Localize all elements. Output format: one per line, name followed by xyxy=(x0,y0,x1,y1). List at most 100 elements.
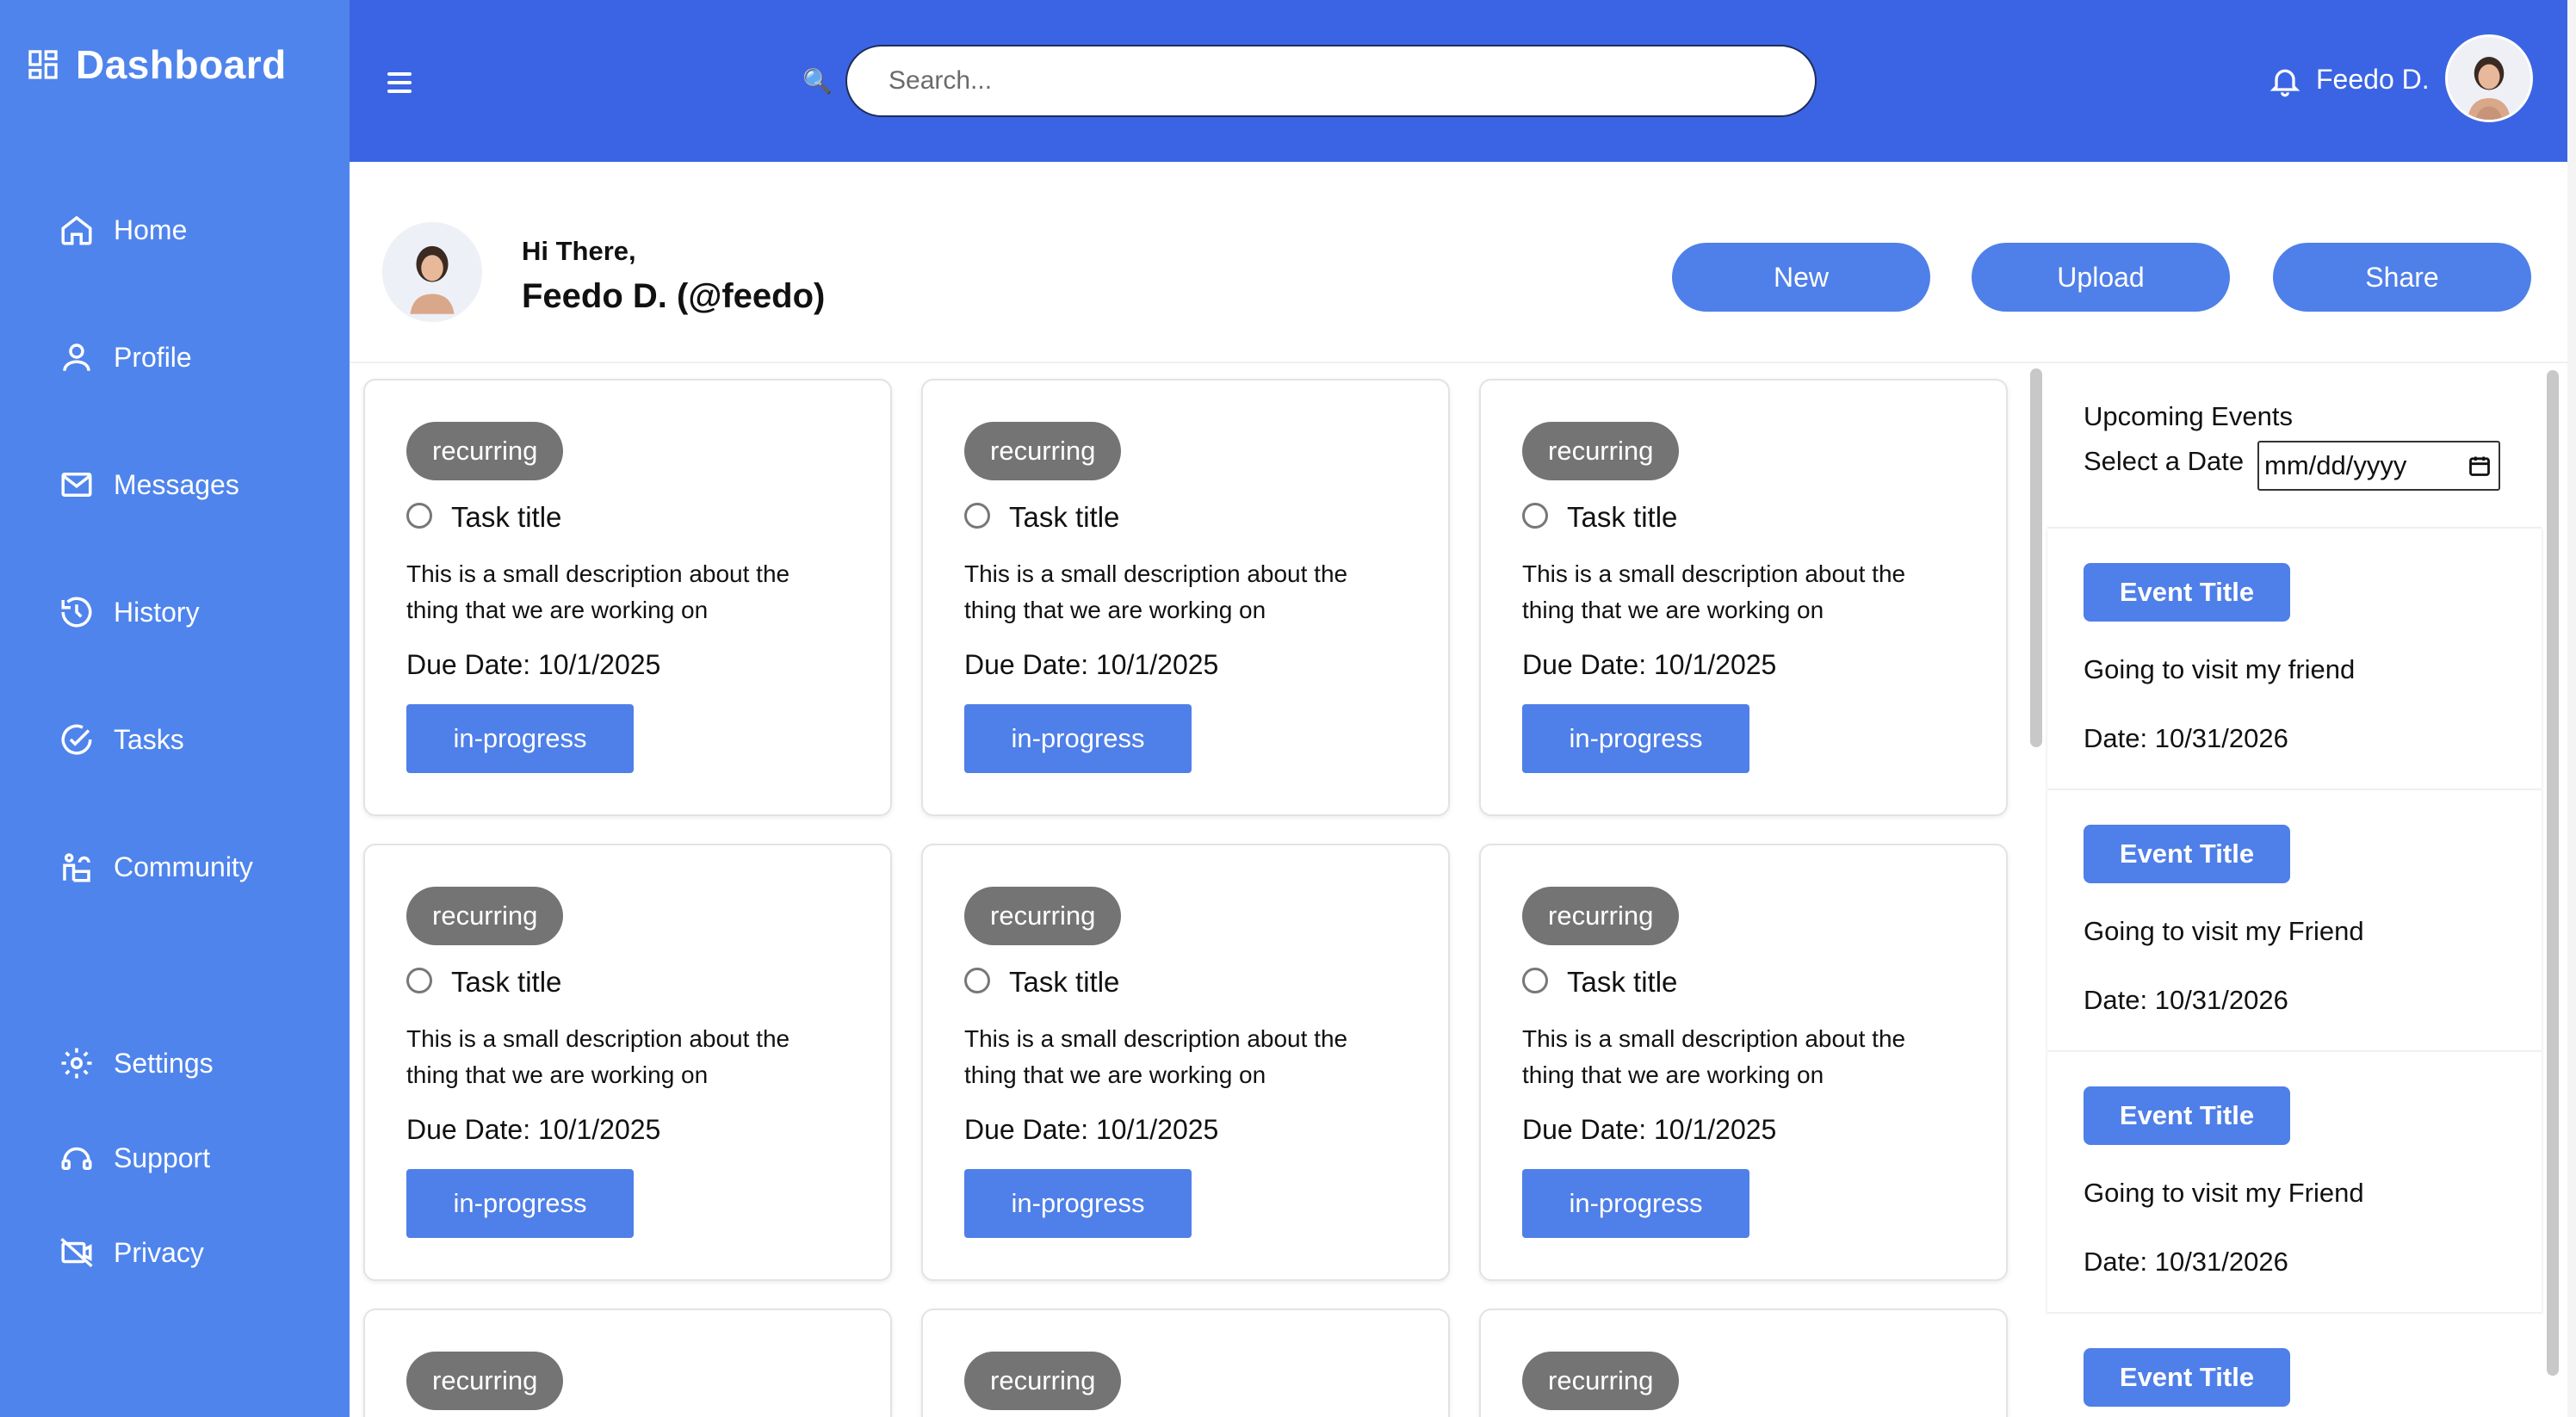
task-due-date: Due Date: 10/1/2025 xyxy=(406,1114,661,1145)
events-scrollbar[interactable] xyxy=(2547,370,2559,1376)
upload-button[interactable]: Upload xyxy=(1972,243,2230,312)
privacy-icon xyxy=(60,1237,93,1268)
events-header: Upcoming Events Select a Date mm/dd/yyyy xyxy=(2047,365,2542,525)
task-title: Task title xyxy=(451,966,562,998)
sidebar-item-settings[interactable]: Settings xyxy=(59,1045,214,1081)
history-icon xyxy=(61,597,92,628)
user-icon xyxy=(63,343,90,371)
status-button[interactable]: in-progress xyxy=(1522,1169,1749,1238)
topbar: 🔍 Feedo D. xyxy=(350,0,2567,162)
task-radio[interactable] xyxy=(406,503,432,529)
task-tag: recurring xyxy=(406,422,564,480)
task-description: This is a small description about the thi… xyxy=(964,1025,1348,1088)
task-tag: recurring xyxy=(964,887,1122,945)
avatar-portrait-icon xyxy=(2448,37,2530,120)
event-description: Going to visit my Friend xyxy=(2084,916,2364,946)
avatar xyxy=(382,222,482,322)
task-tag: recurring xyxy=(406,887,564,945)
avatar-portrait-icon xyxy=(382,222,482,322)
topbar-user-name[interactable]: Feedo D. xyxy=(2316,64,2430,96)
task-description: This is a small description about the thi… xyxy=(406,1025,790,1088)
sidebar-item-label: Support xyxy=(114,1142,211,1173)
event-title-button[interactable]: Event Title xyxy=(2084,1348,2290,1407)
task-tag: recurring xyxy=(406,1352,564,1410)
task-description: This is a small description about the thi… xyxy=(406,560,790,623)
event-date: Date: 10/31/2026 xyxy=(2084,985,2288,1015)
sidebar-item-messages[interactable]: Messages xyxy=(59,467,239,503)
sidebar-item-home[interactable]: Home xyxy=(59,212,187,248)
status-button[interactable]: in-progress xyxy=(964,704,1192,773)
sidebar-item-history[interactable]: History xyxy=(59,594,200,630)
home-icon xyxy=(61,215,92,245)
sidebar-item-community[interactable]: Community xyxy=(59,849,253,885)
task-radio[interactable] xyxy=(964,503,990,529)
sidebar-item-label: History xyxy=(114,596,200,628)
sidebar-item-profile[interactable]: Profile xyxy=(59,339,192,375)
date-value: mm/dd/yyyy xyxy=(2264,450,2407,480)
brand[interactable]: Dashboard xyxy=(26,41,287,88)
events-title: Upcoming Events xyxy=(2084,401,2293,431)
event-card: Event Title Going to visit my Friend Dat… xyxy=(2047,789,2542,1050)
status-button[interactable]: in-progress xyxy=(406,1169,634,1238)
event-title-button[interactable]: Event Title xyxy=(2084,1086,2290,1145)
task-due-date: Due Date: 10/1/2025 xyxy=(1522,1114,1777,1145)
sidebar-item-label: Privacy xyxy=(114,1236,204,1268)
task-radio[interactable] xyxy=(1522,503,1548,529)
gear-icon xyxy=(61,1048,92,1079)
sidebar-item-support[interactable]: Support xyxy=(59,1140,210,1176)
support-icon xyxy=(61,1147,92,1170)
status-button[interactable]: in-progress xyxy=(964,1169,1192,1238)
event-card: Event Title Going to visit my Friend Dat… xyxy=(2047,1050,2542,1312)
event-date: Date: 10/31/2026 xyxy=(2084,1247,2288,1277)
mail-icon xyxy=(61,473,92,497)
new-button[interactable]: New xyxy=(1672,243,1930,312)
dashboard-grid-icon xyxy=(28,50,58,79)
brand-title: Dashboard xyxy=(76,42,287,87)
task-title: Task title xyxy=(1009,501,1120,533)
task-due-date: Due Date: 10/1/2025 xyxy=(964,649,1219,680)
task-tag: recurring xyxy=(964,1352,1122,1410)
task-radio[interactable] xyxy=(964,968,990,993)
sidebar: Dashboard Home Profile Messages History … xyxy=(0,0,350,1417)
task-title: Task title xyxy=(1567,966,1678,998)
greeting-name: Feedo D. (@feedo) xyxy=(522,277,826,315)
task-description: This is a small description about the thi… xyxy=(1522,560,1906,623)
event-title-button[interactable]: Event Title xyxy=(2084,563,2290,622)
task-card: recurring Task title This is a small des… xyxy=(921,844,1450,1281)
calendar-icon[interactable] xyxy=(2468,454,2492,478)
task-card: recurring xyxy=(921,1309,1450,1417)
search-icon: 🔍 xyxy=(802,68,833,95)
event-description: Going to visit my friend xyxy=(2084,654,2356,684)
search-input[interactable] xyxy=(845,45,1817,117)
check-circle-icon xyxy=(61,724,92,755)
task-due-date: Due Date: 10/1/2025 xyxy=(406,649,661,680)
event-card: Event Title Going to visit my friend Dat… xyxy=(2047,527,2542,789)
task-tag: recurring xyxy=(964,422,1122,480)
task-description: This is a small description about the thi… xyxy=(964,560,1348,623)
bell-icon[interactable] xyxy=(2268,64,2302,98)
task-card: recurring xyxy=(1479,1309,2008,1417)
task-card: recurring xyxy=(363,1309,892,1417)
content-divider xyxy=(350,362,2567,363)
sidebar-item-privacy[interactable]: Privacy xyxy=(59,1234,204,1271)
sidebar-item-label: Community xyxy=(114,851,253,882)
status-button[interactable]: in-progress xyxy=(1522,704,1749,773)
task-tag: recurring xyxy=(1522,887,1680,945)
event-title-button[interactable]: Event Title xyxy=(2084,825,2290,883)
task-tag: recurring xyxy=(1522,422,1680,480)
tasks-scrollbar[interactable] xyxy=(2030,368,2042,747)
task-radio[interactable] xyxy=(1522,968,1548,993)
task-card: recurring Task title This is a small des… xyxy=(1479,844,2008,1281)
share-button[interactable]: Share xyxy=(2273,243,2531,312)
date-picker-input[interactable]: mm/dd/yyyy xyxy=(2257,441,2500,491)
event-description: Going to visit my Friend xyxy=(2084,1178,2364,1208)
sidebar-item-tasks[interactable]: Tasks xyxy=(59,721,184,758)
status-button[interactable]: in-progress xyxy=(406,704,634,773)
task-radio[interactable] xyxy=(406,968,432,993)
sidebar-item-label: Tasks xyxy=(114,723,184,755)
avatar[interactable] xyxy=(2445,34,2533,122)
sidebar-item-label: Messages xyxy=(114,468,239,500)
event-card: Event Title xyxy=(2047,1312,2542,1417)
hamburger-menu-icon[interactable] xyxy=(387,72,412,95)
window-edge xyxy=(2567,0,2576,1417)
